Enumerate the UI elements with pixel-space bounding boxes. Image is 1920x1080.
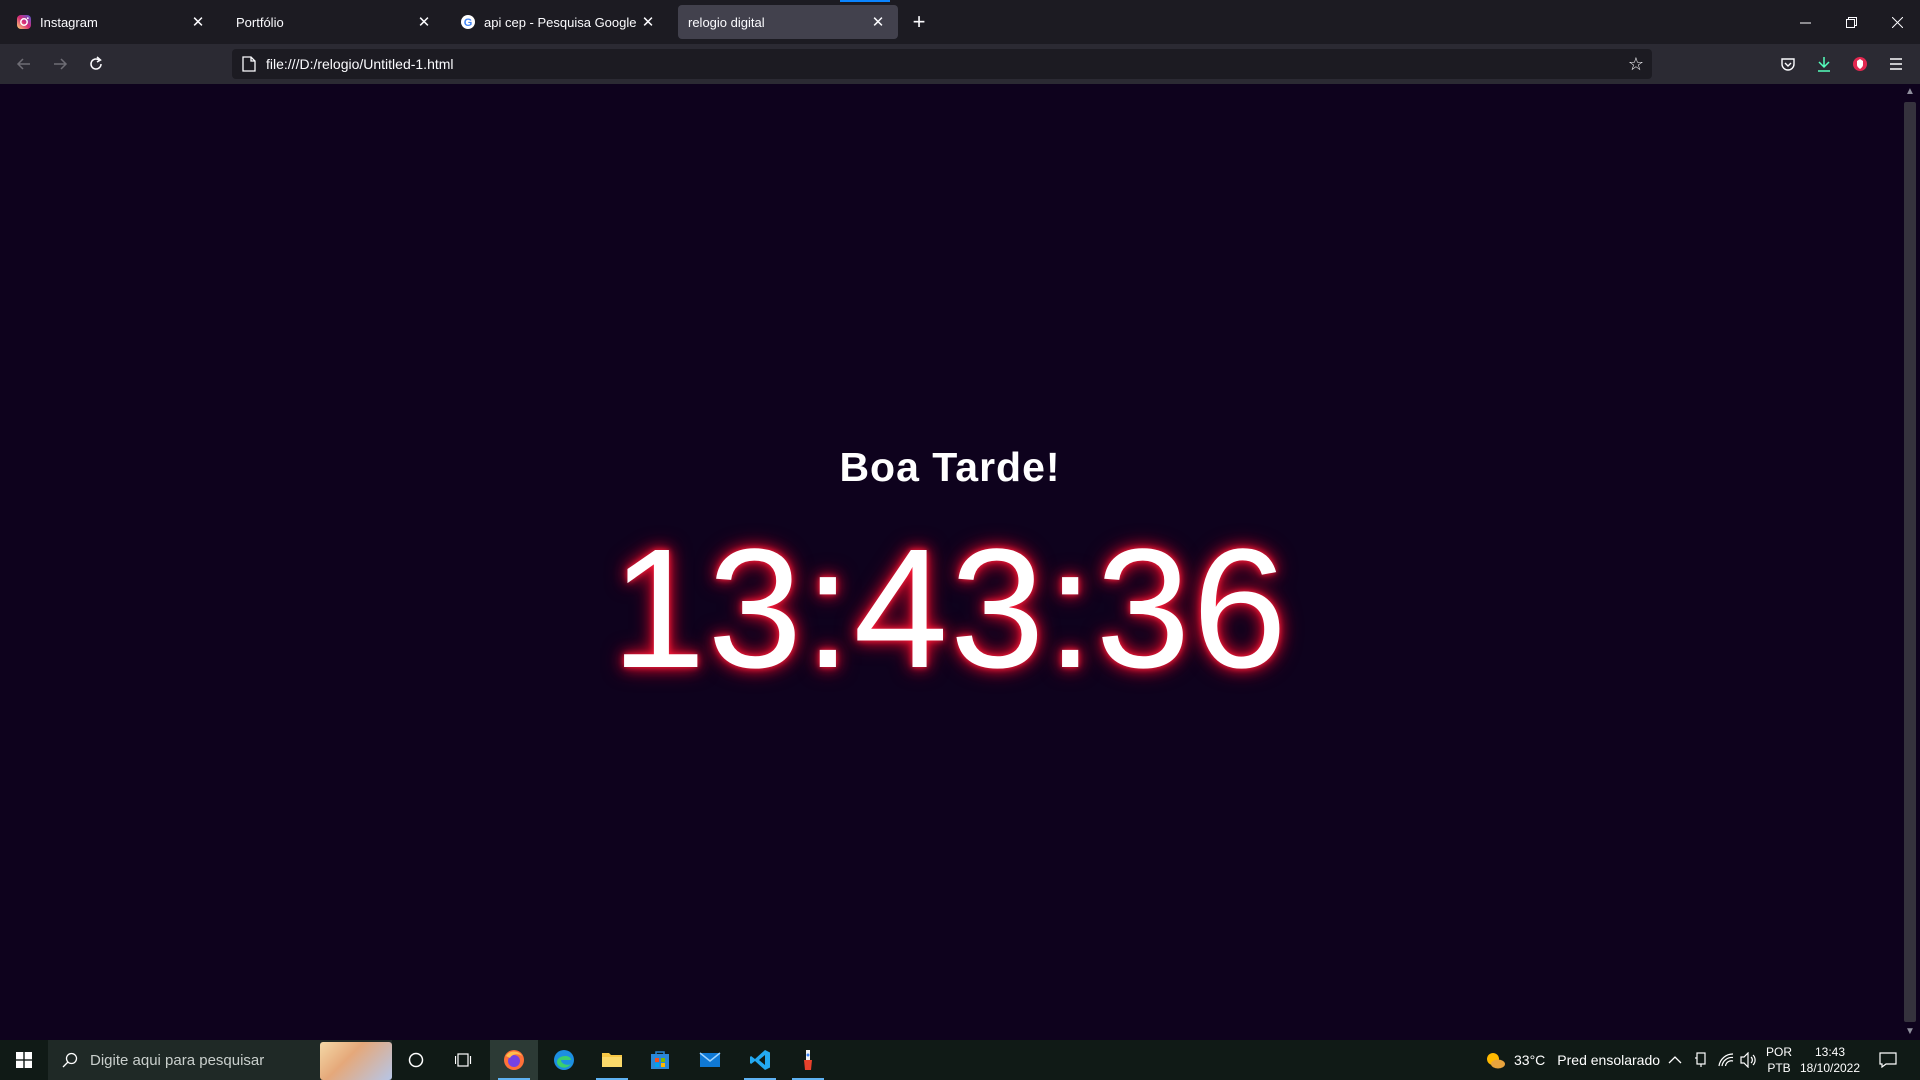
keyboard-layout: PTB <box>1767 1061 1791 1075</box>
close-window-button[interactable] <box>1874 0 1920 44</box>
extension-button[interactable] <box>1846 50 1874 78</box>
search-icon <box>62 1052 78 1068</box>
back-button[interactable] <box>10 50 38 78</box>
start-button[interactable] <box>0 1040 48 1080</box>
cortana-circle-icon <box>408 1052 424 1068</box>
tray-date: 18/10/2022 <box>1799 1061 1861 1075</box>
star-icon[interactable]: ☆ <box>1628 54 1644 74</box>
weather-temperature: 33°C <box>1514 1052 1546 1068</box>
show-hidden-icons[interactable] <box>1668 1040 1682 1080</box>
language-code: POR <box>1766 1045 1793 1059</box>
notification-icon <box>1879 1052 1897 1068</box>
tab-strip: Instagram ✕ Portfólio ✕ G api cep - Pesq… <box>0 0 1920 44</box>
close-icon[interactable]: ✕ <box>638 12 658 32</box>
close-icon[interactable]: ✕ <box>414 12 434 32</box>
taskbar-vscode[interactable] <box>736 1040 784 1080</box>
wifi-icon <box>1718 1053 1734 1067</box>
close-icon <box>1891 16 1903 28</box>
device-tray-icon[interactable] <box>1694 1040 1708 1080</box>
extension-shield-icon <box>1853 57 1867 71</box>
download-icon <box>1818 57 1830 72</box>
notifications-button[interactable] <box>1876 1040 1900 1080</box>
page-content: Boa Tarde! 13:43:36 <box>0 84 1900 1040</box>
page-icon <box>242 56 256 72</box>
firefox-icon <box>504 1050 524 1070</box>
scroll-down-arrow-icon[interactable]: ▼ <box>1900 1024 1920 1040</box>
task-view-button[interactable] <box>440 1040 488 1080</box>
google-icon: G <box>461 15 475 29</box>
downloads-button[interactable] <box>1810 50 1838 78</box>
mail-icon <box>699 1052 721 1067</box>
taskbar-firefox[interactable] <box>490 1040 538 1080</box>
active-tab-indicator <box>840 0 890 2</box>
pocket-button[interactable] <box>1774 50 1802 78</box>
pocket-icon <box>1781 58 1795 71</box>
taskbar-mail[interactable] <box>686 1040 734 1080</box>
taskbar-file-explorer[interactable] <box>588 1040 636 1080</box>
taskbar-search[interactable]: Digite aqui para pesquisar <box>48 1040 392 1080</box>
speaker-icon <box>1740 1052 1756 1068</box>
reload-button[interactable] <box>82 50 110 78</box>
new-tab-button[interactable]: + <box>906 11 932 33</box>
tray-time: 13:43 <box>1814 1045 1846 1059</box>
navigation-toolbar: file:///D:/relogio/Untitled-1.html ☆ <box>0 44 1920 84</box>
paint-brush-app-icon <box>804 1050 812 1070</box>
taskbar-app[interactable] <box>784 1040 832 1080</box>
weather-description: Pred ensolarado <box>1557 1052 1661 1068</box>
task-view-icon <box>455 1053 472 1067</box>
close-icon[interactable]: ✕ <box>188 12 208 32</box>
taskbar-store[interactable] <box>636 1040 684 1080</box>
tab-portfolio[interactable]: Portfólio ✕ <box>226 5 444 39</box>
cortana-button[interactable] <box>392 1040 440 1080</box>
scroll-thumb[interactable] <box>1904 102 1916 1022</box>
close-icon[interactable]: ✕ <box>868 12 888 32</box>
minimize-button[interactable] <box>1782 0 1828 44</box>
reload-icon <box>90 56 102 70</box>
taskbar: Digite aqui para pesquisar 33°C Pred ens… <box>0 1040 1920 1080</box>
url-text: file:///D:/relogio/Untitled-1.html <box>266 56 454 72</box>
scroll-up-arrow-icon[interactable]: ▲ <box>1900 84 1920 100</box>
instagram-icon <box>17 15 31 29</box>
store-icon <box>651 1051 669 1069</box>
volume-tray-icon[interactable] <box>1740 1040 1758 1080</box>
menu-button[interactable] <box>1882 50 1910 78</box>
tab-label: api cep - Pesquisa Google <box>484 14 637 30</box>
restore-button[interactable] <box>1828 0 1874 44</box>
folder-icon <box>602 1053 622 1067</box>
arrow-right-icon <box>54 58 68 70</box>
tab-api-cep[interactable]: G api cep - Pesquisa Google ✕ <box>450 5 668 39</box>
search-placeholder: Digite aqui para pesquisar <box>90 1051 265 1069</box>
minimize-icon <box>1799 22 1811 23</box>
windows-icon <box>16 1052 32 1068</box>
url-bar[interactable]: file:///D:/relogio/Untitled-1.html ☆ <box>232 49 1652 79</box>
digital-clock: 13:43:36 <box>611 514 1289 704</box>
clock-tray[interactable]: 13:43 18/10/2022 <box>1798 1040 1862 1080</box>
hamburger-menu-icon <box>1890 58 1902 70</box>
edge-icon <box>554 1050 574 1070</box>
weather-widget[interactable]: 33°C Pred ensolarado <box>1484 1040 1660 1080</box>
arrow-left-icon <box>16 58 30 70</box>
device-icon <box>1695 1052 1706 1067</box>
search-highlight-image <box>320 1042 392 1080</box>
vscode-icon <box>750 1050 770 1070</box>
taskbar-edge[interactable] <box>540 1040 588 1080</box>
greeting-text: Boa Tarde! <box>839 444 1061 490</box>
restore-icon <box>1845 16 1857 28</box>
tab-relogio-digital[interactable]: relogio digital ✕ <box>678 5 898 39</box>
tab-label: Instagram <box>40 14 98 30</box>
svg-text:G: G <box>464 17 473 29</box>
tab-instagram[interactable]: Instagram ✕ <box>6 5 218 39</box>
tab-label: relogio digital <box>688 14 765 30</box>
forward-button[interactable] <box>46 50 74 78</box>
language-indicator[interactable]: POR PTB <box>1766 1040 1792 1080</box>
network-tray-icon[interactable] <box>1718 1040 1734 1080</box>
chevron-up-icon <box>1668 1056 1682 1064</box>
scrollbar[interactable]: ▲ ▼ <box>1900 84 1920 1040</box>
partly-sunny-icon <box>1487 1053 1505 1069</box>
tab-label: Portfólio <box>236 14 284 30</box>
